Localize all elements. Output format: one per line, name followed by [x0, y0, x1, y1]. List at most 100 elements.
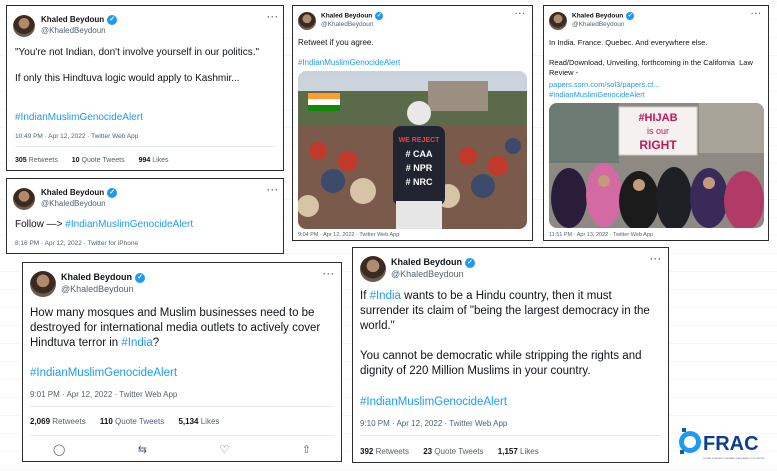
tweet-card-1[interactable]: Khaled Beydoun ✓ @KhaledBeydoun ··· "You'…: [6, 5, 284, 171]
tweet-card-2[interactable]: Khaled Beydoun ✓ @KhaledBeydoun ··· Follo…: [6, 178, 284, 254]
paper-link[interactable]: papers.ssrn.com/sol3/papers.cf...: [549, 80, 659, 89]
author-name-text[interactable]: Khaled Beydoun: [391, 257, 462, 267]
sign-text-line-2: is our: [647, 126, 669, 136]
divider: [360, 435, 661, 436]
tweet-text-prefix: If: [360, 290, 370, 302]
quote-count-label[interactable]: Quote Tweets: [82, 157, 125, 164]
more-options-icon[interactable]: ···: [751, 9, 762, 18]
quote-count[interactable]: 23 Quote Tweets: [423, 447, 483, 456]
quote-count-value[interactable]: 23: [423, 447, 432, 456]
photo-text-line-3: # NPR: [406, 163, 433, 173]
tweet-timestamp[interactable]: 10:49 PM · Apr 12, 2022 · Twitter Web Ap…: [15, 133, 138, 140]
inline-hashtag-link[interactable]: #India: [370, 290, 401, 302]
author-name-text[interactable]: Khaled Beydoun: [41, 188, 104, 197]
tweet-timestamp[interactable]: 9:04 PM · Apr 12, 2022 · Twitter Web App: [298, 232, 399, 238]
more-options-icon[interactable]: ···: [323, 269, 335, 279]
retweet-count-label[interactable]: Retweets: [52, 417, 85, 426]
author-name-text[interactable]: Khaled Beydoun: [61, 272, 132, 282]
more-options-icon[interactable]: ···: [515, 9, 526, 18]
inline-hashtag-link[interactable]: #India: [121, 337, 152, 349]
like-count-label[interactable]: Likes: [201, 417, 220, 426]
verified-badge-icon: ✓: [626, 12, 635, 20]
hashtag-link[interactable]: #IndianMuslimGenocideAlert: [15, 112, 143, 123]
author-handle[interactable]: @KhaledBeydoun: [61, 284, 134, 294]
hashtag-link[interactable]: #IndianMuslimGenocideAlert: [549, 90, 645, 99]
retweet-count[interactable]: 305 Retweets: [15, 157, 58, 164]
more-options-icon[interactable]: ···: [267, 185, 279, 195]
hashtag-link[interactable]: #IndianMuslimGenocideAlert: [65, 219, 193, 230]
hashtag-link[interactable]: #IndianMuslimGenocideAlert: [298, 58, 400, 67]
like-count-label[interactable]: Likes: [152, 157, 168, 164]
logo-tagline: DIGITAL FORENSICS RESEARCH AND ANALYTICS…: [703, 457, 765, 460]
author-handle[interactable]: @KhaledBeydoun: [321, 21, 374, 28]
reply-icon[interactable]: ◯: [53, 443, 65, 456]
like-count-value[interactable]: 5,134: [178, 417, 198, 426]
tweet-actions: ◯ ⇆ ♡ ⇧: [53, 443, 311, 456]
share-icon[interactable]: ⇧: [302, 443, 311, 456]
tweet-text: How many mosques and Muslim businesses n…: [30, 306, 336, 351]
like-count[interactable]: 5,134 Likes: [178, 417, 219, 426]
engagement-stats: 2,069 Retweets 110 Quote Tweets 5,134 Li…: [30, 417, 231, 426]
author-name[interactable]: Khaled Beydoun ✓: [41, 188, 118, 198]
quote-count-value[interactable]: 10: [72, 157, 80, 164]
avatar[interactable]: [13, 188, 35, 210]
like-count[interactable]: 1,157 Likes: [498, 447, 539, 456]
more-options-icon[interactable]: ···: [267, 12, 279, 22]
retweet-count-label[interactable]: Retweets: [29, 157, 58, 164]
tweet-text-body: wants to be a Hindu country, then it mus…: [360, 290, 650, 377]
author-name[interactable]: Khaled Beydoun ✓: [391, 257, 476, 268]
quote-count[interactable]: 110 Quote Tweets: [100, 417, 164, 426]
author-name-text[interactable]: Khaled Beydoun: [41, 15, 104, 24]
like-count[interactable]: 994 Likes: [139, 157, 169, 164]
hashtag-link[interactable]: #IndianMuslimGenocideAlert: [30, 367, 177, 379]
like-icon[interactable]: ♡: [219, 443, 229, 456]
engagement-stats: 305 Retweets 10 Quote Tweets 994 Likes: [15, 157, 181, 164]
retweet-count[interactable]: 2,069 Retweets: [30, 417, 86, 426]
retweet-count-value[interactable]: 2,069: [30, 417, 50, 426]
author-handle[interactable]: @KhaledBeydoun: [41, 26, 106, 35]
author-name[interactable]: Khaled Beydoun ✓: [572, 12, 635, 20]
author-name[interactable]: Khaled Beydoun ✓: [41, 15, 118, 25]
avatar[interactable]: [360, 256, 386, 282]
like-count-value[interactable]: 1,157: [498, 447, 518, 456]
author-name-text[interactable]: Khaled Beydoun: [572, 13, 623, 20]
tweet-card-4[interactable]: Khaled Beydoun ✓ @KhaledBeydoun ··· In In…: [543, 5, 769, 241]
author-name-text[interactable]: Khaled Beydoun: [321, 13, 372, 20]
author-handle[interactable]: @KhaledBeydoun: [391, 269, 464, 279]
protest-photo[interactable]: WE REJECT # CAA # NPR # NRC: [298, 71, 527, 229]
like-count-label[interactable]: Likes: [520, 447, 539, 456]
retweet-count[interactable]: 392 Retweets: [360, 447, 409, 456]
author-name[interactable]: Khaled Beydoun ✓: [321, 12, 384, 20]
more-options-icon[interactable]: ···: [650, 254, 662, 264]
tweet-card-3[interactable]: Khaled Beydoun ✓ @KhaledBeydoun ··· Retwe…: [292, 5, 533, 241]
retweet-count-value[interactable]: 305: [15, 157, 27, 164]
tweet-timestamp[interactable]: 9:01 PM · Apr 12, 2022 · Twitter Web App: [30, 390, 177, 399]
quote-count-value[interactable]: 110: [100, 417, 113, 426]
quote-count-label[interactable]: Quote Tweets: [434, 447, 483, 456]
logo-text: FRAC: [703, 433, 759, 455]
like-count-value[interactable]: 994: [139, 157, 151, 164]
retweet-count-value[interactable]: 392: [360, 447, 373, 456]
avatar[interactable]: [298, 12, 316, 30]
hijab-protest-photo[interactable]: #HIJAB is our RIGHT: [549, 103, 764, 228]
tweet-timestamp[interactable]: 8:16 PM · Apr 12, 2022 · Twitter for iPh…: [15, 240, 138, 247]
quote-count[interactable]: 10 Quote Tweets: [72, 157, 125, 164]
retweet-count-label[interactable]: Retweets: [376, 447, 409, 456]
divider: [30, 406, 334, 407]
tweet-text-prefix: Follow —>: [15, 219, 66, 230]
avatar[interactable]: [30, 271, 56, 297]
retweet-icon[interactable]: ⇆: [138, 443, 147, 456]
tweet-timestamp[interactable]: 11:51 PM · Apr 13, 2022 · Twitter Web Ap…: [549, 232, 653, 238]
avatar[interactable]: [549, 12, 567, 30]
tweet-text: "You're not Indian, don't involve yourse…: [15, 47, 260, 84]
author-name[interactable]: Khaled Beydoun ✓: [61, 272, 146, 283]
photo-text-line-1: WE REJECT: [399, 137, 441, 144]
tweet-card-5[interactable]: Khaled Beydoun ✓ @KhaledBeydoun ··· How m…: [22, 262, 342, 462]
hashtag-link[interactable]: #IndianMuslimGenocideAlert: [360, 396, 507, 408]
quote-count-label[interactable]: Quote Tweets: [115, 417, 164, 426]
avatar[interactable]: [13, 15, 35, 37]
tweet-card-6[interactable]: Khaled Beydoun ✓ @KhaledBeydoun ··· If #I…: [352, 247, 669, 463]
tweet-timestamp[interactable]: 9:10 PM · Apr 12, 2022 · Twitter Web App: [360, 419, 507, 428]
author-handle[interactable]: @KhaledBeydoun: [41, 199, 106, 208]
author-handle[interactable]: @KhaledBeydoun: [572, 21, 625, 28]
